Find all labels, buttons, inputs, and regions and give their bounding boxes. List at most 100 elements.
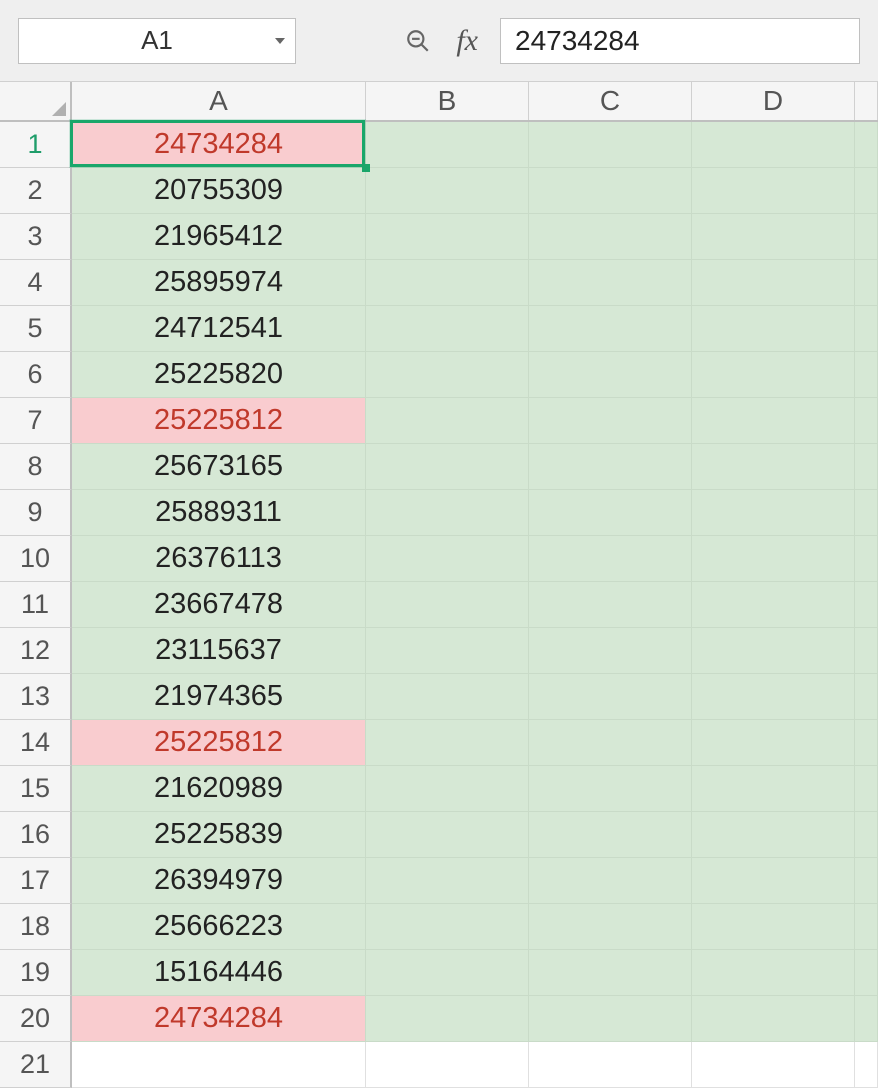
cell[interactable] — [692, 950, 855, 996]
cell[interactable] — [855, 904, 878, 950]
cell[interactable] — [855, 168, 878, 214]
cell[interactable] — [692, 444, 855, 490]
cell[interactable] — [529, 398, 692, 444]
cell[interactable] — [366, 306, 529, 352]
cell[interactable]: 25673165 — [72, 444, 366, 490]
cell[interactable] — [692, 214, 855, 260]
cell[interactable]: 20755309 — [72, 168, 366, 214]
chevron-down-icon[interactable] — [275, 38, 285, 44]
cell[interactable] — [366, 444, 529, 490]
cell[interactable] — [692, 490, 855, 536]
cell[interactable] — [855, 444, 878, 490]
column-header-b[interactable]: B — [366, 82, 529, 120]
row-header[interactable]: 21 — [0, 1042, 72, 1088]
cell[interactable]: 25889311 — [72, 490, 366, 536]
row-header[interactable]: 3 — [0, 214, 72, 260]
row-header[interactable]: 7 — [0, 398, 72, 444]
row-header[interactable]: 6 — [0, 352, 72, 398]
cell[interactable] — [529, 904, 692, 950]
cell[interactable] — [692, 536, 855, 582]
fx-icon[interactable]: fx — [450, 24, 482, 58]
cell[interactable] — [366, 904, 529, 950]
cell[interactable] — [366, 674, 529, 720]
row-header[interactable]: 18 — [0, 904, 72, 950]
row-header[interactable]: 4 — [0, 260, 72, 306]
cell[interactable] — [529, 536, 692, 582]
cell[interactable]: 21620989 — [72, 766, 366, 812]
cell[interactable] — [692, 582, 855, 628]
cell[interactable] — [366, 720, 529, 766]
cell[interactable]: 25666223 — [72, 904, 366, 950]
cell[interactable] — [692, 1042, 855, 1088]
cell[interactable] — [692, 352, 855, 398]
row-header[interactable]: 20 — [0, 996, 72, 1042]
cell[interactable]: 25225839 — [72, 812, 366, 858]
cell[interactable]: 21965412 — [72, 214, 366, 260]
cell[interactable] — [529, 766, 692, 812]
cell[interactable] — [855, 490, 878, 536]
cell[interactable] — [366, 398, 529, 444]
cell[interactable] — [366, 628, 529, 674]
cell[interactable] — [366, 168, 529, 214]
cell[interactable]: 21974365 — [72, 674, 366, 720]
row-header[interactable]: 15 — [0, 766, 72, 812]
cell[interactable] — [855, 812, 878, 858]
cell[interactable] — [855, 628, 878, 674]
cell[interactable] — [855, 352, 878, 398]
cell[interactable]: 25225820 — [72, 352, 366, 398]
zoom-out-icon[interactable] — [404, 27, 432, 55]
column-header-d[interactable]: D — [692, 82, 855, 120]
cell[interactable] — [855, 122, 878, 168]
row-header[interactable]: 14 — [0, 720, 72, 766]
cell[interactable] — [855, 214, 878, 260]
column-header-c[interactable]: C — [529, 82, 692, 120]
cell[interactable] — [529, 168, 692, 214]
cell[interactable] — [529, 628, 692, 674]
cell[interactable] — [855, 582, 878, 628]
cell[interactable]: 26376113 — [72, 536, 366, 582]
cell[interactable] — [855, 858, 878, 904]
cell[interactable] — [366, 1042, 529, 1088]
cell[interactable] — [529, 812, 692, 858]
cell[interactable] — [692, 674, 855, 720]
row-header[interactable]: 1 — [0, 122, 72, 168]
cell[interactable] — [366, 766, 529, 812]
cell[interactable]: 25225812 — [72, 398, 366, 444]
cell[interactable] — [529, 214, 692, 260]
cell[interactable] — [692, 858, 855, 904]
row-header[interactable]: 19 — [0, 950, 72, 996]
row-header[interactable]: 16 — [0, 812, 72, 858]
cell[interactable] — [692, 996, 855, 1042]
cell[interactable] — [855, 950, 878, 996]
cell[interactable] — [692, 812, 855, 858]
row-header[interactable]: 5 — [0, 306, 72, 352]
cell[interactable] — [366, 352, 529, 398]
row-header[interactable]: 9 — [0, 490, 72, 536]
cell[interactable] — [366, 950, 529, 996]
cell[interactable] — [366, 122, 529, 168]
cell[interactable] — [529, 858, 692, 904]
cell[interactable]: 23667478 — [72, 582, 366, 628]
row-header[interactable]: 17 — [0, 858, 72, 904]
cell[interactable]: 26394979 — [72, 858, 366, 904]
cell[interactable] — [529, 444, 692, 490]
cell[interactable] — [855, 720, 878, 766]
cell[interactable] — [692, 628, 855, 674]
cell[interactable] — [366, 490, 529, 536]
cell[interactable] — [855, 306, 878, 352]
cell[interactable] — [529, 950, 692, 996]
cell[interactable] — [692, 398, 855, 444]
cell[interactable] — [855, 996, 878, 1042]
cell[interactable] — [366, 996, 529, 1042]
cell[interactable] — [529, 674, 692, 720]
cell[interactable] — [529, 582, 692, 628]
cell[interactable] — [692, 306, 855, 352]
cell[interactable] — [366, 812, 529, 858]
cell[interactable] — [692, 720, 855, 766]
cell[interactable] — [529, 306, 692, 352]
cell[interactable] — [855, 766, 878, 812]
select-all-corner[interactable] — [0, 82, 72, 120]
cell[interactable] — [366, 214, 529, 260]
row-header[interactable]: 8 — [0, 444, 72, 490]
cell[interactable]: 25895974 — [72, 260, 366, 306]
